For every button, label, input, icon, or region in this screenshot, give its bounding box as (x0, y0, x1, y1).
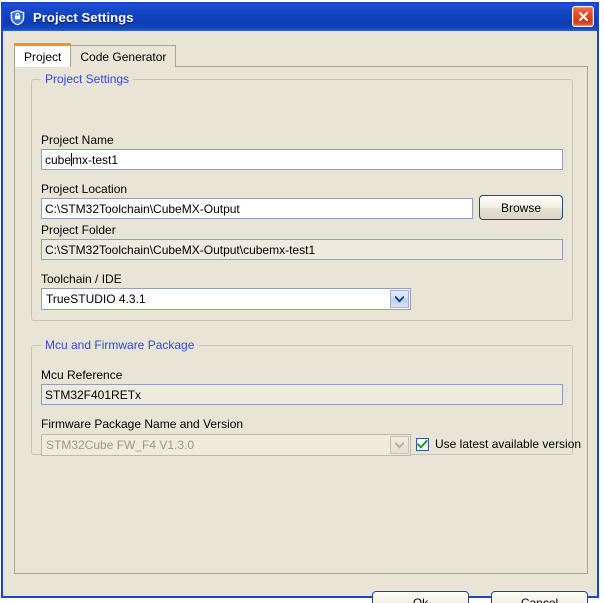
firmware-package-dropdown-button (390, 436, 409, 454)
project-name-value-after-caret: mx-test1 (72, 152, 119, 167)
project-settings-dialog: Project Settings Project Code Generator (1, 2, 599, 603)
tab-project-label: Project (24, 49, 62, 64)
ok-button[interactable]: Ok (372, 591, 469, 603)
use-latest-version-checkbox[interactable] (416, 437, 429, 451)
project-folder-value: C:\STM32Toolchain\CubeMX-Output\cubemx-t… (45, 242, 316, 257)
close-button[interactable] (572, 6, 594, 27)
tab-code-generator[interactable]: Code Generator (70, 45, 177, 67)
tab-strip: Project Code Generator (14, 43, 177, 67)
ok-button-label: Ok (412, 596, 429, 603)
toolchain-dropdown-button[interactable] (390, 290, 409, 308)
project-name-value-before-caret: cube (45, 152, 72, 167)
dialog-client-area: Project Code Generator Project Settings … (3, 31, 597, 603)
mcu-reference-label: Mcu Reference (41, 368, 123, 382)
tab-panel-project: Project Settings Project Name cube mx-tes… (14, 66, 588, 574)
checkmark-icon (417, 439, 428, 449)
shield-icon (10, 9, 25, 26)
firmware-package-combo: STM32Cube FW_F4 V1.3.0 (41, 434, 411, 456)
project-location-value: C:\STM32Toolchain\CubeMX-Output (45, 201, 240, 216)
tab-project[interactable]: Project (14, 43, 72, 67)
mcu-reference-input: STM32F401RETx (41, 384, 563, 405)
toolchain-value: TrueSTUDIO 4.3.1 (46, 292, 146, 306)
use-latest-version-checkbox-row[interactable]: Use latest available version (416, 437, 581, 451)
firmware-package-label: Firmware Package Name and Version (41, 417, 244, 431)
screenshot-root: Project Settings Project Code Generator (0, 0, 604, 603)
use-latest-version-label: Use latest available version (435, 437, 582, 451)
browse-button-label: Browse (500, 200, 541, 215)
project-name-input[interactable]: cube mx-test1 (41, 149, 563, 170)
firmware-package-value: STM32Cube FW_F4 V1.3.0 (46, 438, 195, 452)
dialog-title: Project Settings (33, 10, 134, 25)
project-folder-input: C:\STM32Toolchain\CubeMX-Output\cubemx-t… (41, 239, 563, 260)
cancel-button[interactable]: Cancel (491, 591, 588, 603)
group-mcu-firmware-legend: Mcu and Firmware Package (41, 338, 199, 352)
group-project-settings-legend: Project Settings (41, 72, 134, 86)
mcu-reference-value: STM32F401RETx (45, 387, 142, 402)
chevron-down-icon (395, 295, 404, 303)
tab-code-generator-label: Code Generator (80, 49, 167, 64)
close-icon (578, 11, 588, 22)
project-location-label: Project Location (41, 182, 128, 196)
project-name-label: Project Name (41, 133, 114, 147)
toolchain-combo[interactable]: TrueSTUDIO 4.3.1 (41, 288, 411, 310)
project-folder-label: Project Folder (41, 223, 116, 237)
chevron-down-icon (395, 441, 404, 449)
browse-button[interactable]: Browse (479, 195, 563, 220)
cancel-button-label: Cancel (520, 596, 559, 603)
toolchain-label: Toolchain / IDE (41, 272, 122, 286)
project-location-input[interactable]: C:\STM32Toolchain\CubeMX-Output (41, 198, 473, 219)
dialog-titlebar[interactable]: Project Settings (3, 4, 597, 31)
